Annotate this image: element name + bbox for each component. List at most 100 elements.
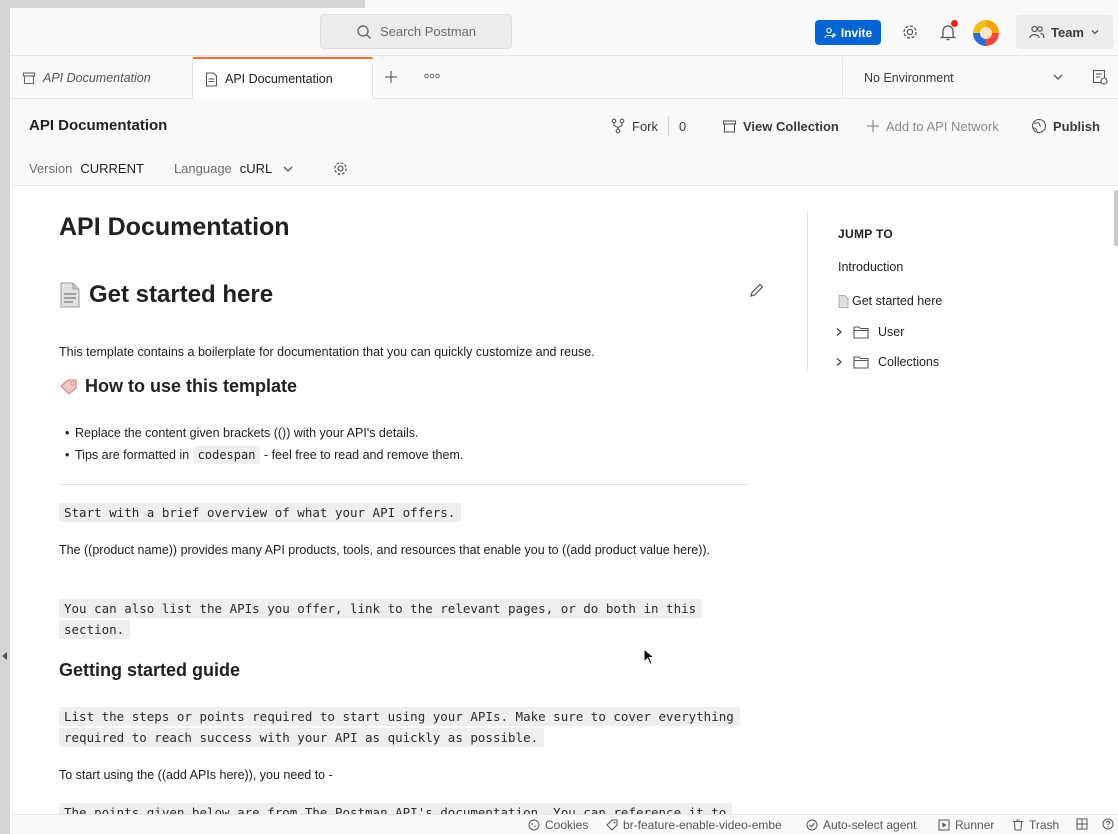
intro-paragraph: This template contains a boilerplate for… <box>59 345 595 359</box>
fork-label: Fork <box>632 118 658 134</box>
chevron-down-icon[interactable] <box>282 163 294 175</box>
desktop-background-top <box>0 0 365 8</box>
layout-toggle-button[interactable] <box>1076 818 1088 830</box>
runner-button[interactable]: Runner <box>938 818 994 832</box>
version-label: Version <box>29 161 73 176</box>
gear-icon[interactable] <box>332 160 349 177</box>
collection-icon <box>22 72 36 85</box>
language-value[interactable]: cURL <box>240 161 273 176</box>
invite-button[interactable]: Invite <box>815 20 881 45</box>
plus-icon <box>385 71 397 83</box>
code-block: List the steps or points required to sta… <box>59 706 740 748</box>
chevron-down-icon[interactable] <box>1052 71 1064 83</box>
code-block: You can also list the APIs you offer, li… <box>59 598 703 640</box>
app-header: Search Postman Invite Team <box>10 8 1118 56</box>
getting-started-heading: Getting started guide <box>59 660 241 680</box>
pencil-icon[interactable] <box>749 282 765 298</box>
search-icon <box>357 24 371 39</box>
jump-link-get-started[interactable]: Get started here <box>838 294 942 308</box>
chevron-right-icon <box>836 358 842 366</box>
language-label: Language <box>173 161 232 176</box>
branch-button[interactable]: br-feature-enable-video-embe <box>606 818 782 832</box>
add-network-label: Add to API Network <box>886 118 999 134</box>
get-started-text: Get started here <box>89 281 274 308</box>
tab-label: API Documentation <box>225 72 333 86</box>
gear-icon <box>903 25 917 39</box>
team-button[interactable]: Team <box>1016 15 1113 49</box>
chevron-down-icon <box>1091 30 1099 35</box>
code-text: required to reach success with your API … <box>59 728 545 747</box>
trash-button[interactable]: Trash <box>1012 818 1059 832</box>
label-emoji-icon <box>60 379 77 395</box>
list-item: Replace the content given brackets (()) … <box>65 422 463 444</box>
status-bar: Cookies br-feature-enable-video-embe Aut… <box>10 814 1118 834</box>
add-to-api-network-button[interactable]: Add to API Network <box>866 116 999 136</box>
settings-button[interactable] <box>900 22 920 42</box>
fork-count[interactable]: 0 <box>668 116 686 136</box>
jump-folder-collections[interactable]: Collections <box>834 355 939 369</box>
more-icon <box>424 73 440 79</box>
view-collection-label: View Collection <box>743 118 839 134</box>
code-text: section. <box>59 620 131 639</box>
vertical-scrollbar[interactable] <box>1114 190 1118 246</box>
tab-api-documentation-active[interactable]: API Documentation <box>193 57 373 99</box>
invite-label: Invite <box>840 25 873 40</box>
code-text: You can also list the APIs you offer, li… <box>59 599 703 618</box>
document-emoji-icon <box>838 294 849 308</box>
jump-to-title: JUMP TO <box>838 227 894 241</box>
runner-label: Runner <box>955 818 995 832</box>
fork-button[interactable]: Fork <box>610 116 658 136</box>
search-placeholder: Search Postman <box>379 24 477 39</box>
version-value[interactable]: CURRENT <box>80 161 144 176</box>
team-icon <box>1029 25 1045 39</box>
get-started-heading: Get started here <box>59 281 273 309</box>
view-collection-button[interactable]: View Collection <box>722 116 839 136</box>
trash-icon <box>1013 819 1023 831</box>
folder-icon <box>853 326 869 339</box>
bullet-text: - feel free to read and remove them. <box>263 448 464 462</box>
trash-label: Trash <box>1029 818 1060 832</box>
cookies-button[interactable]: Cookies <box>528 818 588 832</box>
help-button[interactable] <box>1102 818 1114 830</box>
notifications-button[interactable] <box>938 20 958 42</box>
tab-api-documentation-preview[interactable]: API Documentation <box>10 57 193 99</box>
jump-link-introduction[interactable]: Introduction <box>838 260 903 274</box>
new-tab-button[interactable] <box>384 67 398 90</box>
publish-label: Publish <box>1053 118 1100 134</box>
product-paragraph: The ((product name)) provides many API p… <box>59 543 711 557</box>
usage-list: Replace the content given brackets (()) … <box>65 422 464 466</box>
environment-label: No Environment <box>864 71 954 85</box>
environment-quick-look-icon[interactable] <box>1092 69 1108 85</box>
divider <box>59 484 749 485</box>
publish-button[interactable]: Publish <box>1031 116 1100 136</box>
collection-toolbar: API Documentation Fork 0 View Collection… <box>10 100 1118 186</box>
sidebar-expand-icon[interactable] <box>2 652 7 660</box>
chevron-right-icon <box>836 328 842 336</box>
list-item: Tips are formatted in codespan - feel fr… <box>65 444 464 466</box>
plus-icon <box>867 120 879 132</box>
fork-icon <box>611 118 625 134</box>
page-title: API Documentation <box>59 213 290 241</box>
code-block: Start with a brief overview of what your… <box>59 502 462 523</box>
environment-selector[interactable]: No Environment <box>842 57 1074 99</box>
jump-link-label: Get started here <box>852 294 943 308</box>
add-user-icon <box>824 27 836 38</box>
search-bar[interactable]: Search Postman <box>320 14 512 49</box>
collection-title: API Documentation <box>29 117 168 134</box>
play-icon <box>938 819 950 831</box>
tab-bar: API Documentation API Documentation No E… <box>10 57 1118 99</box>
more-tabs-button[interactable] <box>424 70 440 82</box>
collection-icon <box>722 119 737 133</box>
bullet-text: Replace the content given brackets (()) … <box>75 426 419 440</box>
check-circle-icon <box>806 819 818 831</box>
tag-icon <box>606 819 618 831</box>
folder-label: User <box>878 325 905 339</box>
jump-folder-user[interactable]: User <box>834 325 904 339</box>
cookies-label: Cookies <box>545 818 589 832</box>
branch-label: br-feature-enable-video-embe <box>623 818 782 832</box>
desktop-background <box>0 0 10 834</box>
avatar[interactable] <box>973 20 999 46</box>
team-label: Team <box>1051 24 1084 40</box>
auto-select-agent-button[interactable]: Auto-select agent <box>806 818 916 832</box>
code-text: List the steps or points required to sta… <box>59 707 740 726</box>
